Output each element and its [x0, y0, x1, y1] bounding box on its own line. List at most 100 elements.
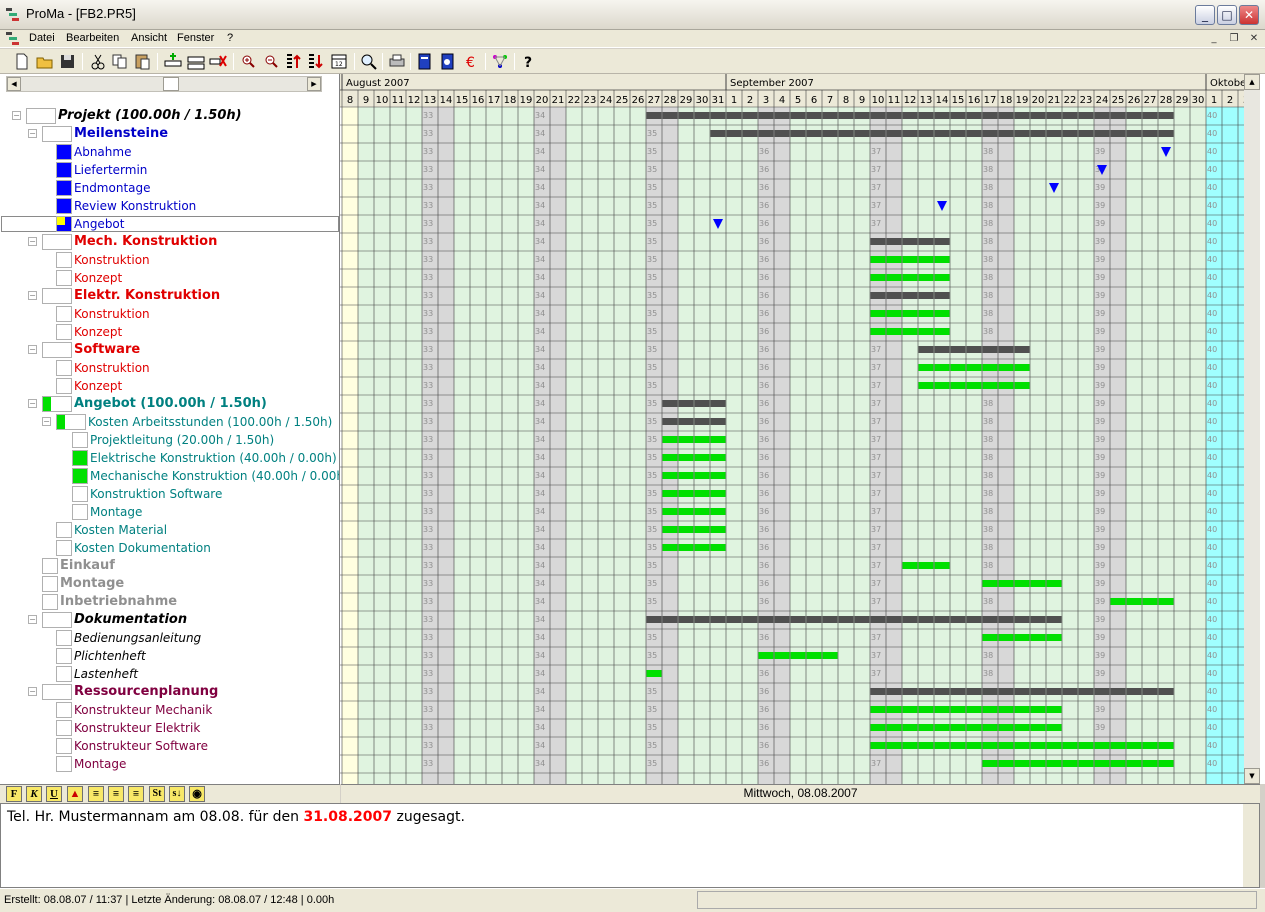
notes-editor[interactable]: Tel. Hr. Mustermannam am 08.08. für den … [0, 803, 1260, 888]
zoom-in-icon[interactable] [238, 52, 258, 71]
scroll-thumb[interactable] [163, 77, 179, 91]
tree-row[interactable]: Konstrukteur Software [0, 737, 339, 755]
task-status-box[interactable] [56, 738, 72, 754]
strikeout-button[interactable]: St [149, 786, 165, 802]
network-icon[interactable] [490, 52, 510, 71]
delete-row-icon[interactable] [208, 52, 228, 71]
task-status-box[interactable] [42, 684, 72, 700]
task-status-box[interactable] [56, 414, 86, 430]
move-row-icon[interactable] [186, 52, 206, 71]
task-status-box[interactable] [42, 558, 58, 574]
task-status-box[interactable] [56, 522, 72, 538]
tree-row[interactable]: − Elektr. Konstruktion [0, 287, 339, 305]
mdi-minimize-icon[interactable]: _ [1206, 32, 1222, 46]
collapse-icon[interactable]: − [28, 345, 37, 354]
scroll-right-icon[interactable]: ▶ [307, 77, 321, 91]
tree-row[interactable]: − Ressourcenplanung [0, 683, 339, 701]
collapse-icon[interactable]: − [28, 237, 37, 246]
tree-row[interactable]: Plichtenheft [0, 647, 339, 665]
task-status-box[interactable] [56, 666, 72, 682]
scroll-down-icon[interactable]: ▼ [1244, 768, 1260, 784]
gantt-chart[interactable]: August 2007September 2007Oktober89101112… [340, 74, 1265, 784]
task-status-box[interactable] [56, 306, 72, 322]
notes-text[interactable]: Tel. Hr. Mustermannam am 08.08. für den … [7, 809, 465, 825]
tree-row[interactable]: Einkauf [0, 557, 339, 575]
tree-row[interactable]: − Projekt (100.00h / 1.50h) [0, 107, 339, 125]
tree-row[interactable]: Bedienungsanleitung [0, 629, 339, 647]
tree-row[interactable]: Elektrische Konstruktion (40.00h / 0.00h… [0, 449, 339, 467]
task-status-box[interactable] [56, 216, 72, 232]
task-status-box[interactable] [56, 756, 72, 772]
zoom-out-icon[interactable] [261, 52, 281, 71]
task-status-box[interactable] [56, 144, 72, 160]
insert-row-icon[interactable] [163, 52, 183, 71]
task-status-box[interactable] [56, 720, 72, 736]
collapse-icon[interactable]: − [28, 615, 37, 624]
tree-row[interactable]: Montage [0, 755, 339, 773]
task-status-box[interactable] [72, 432, 88, 448]
report-icon[interactable] [438, 52, 458, 71]
font-color-icon[interactable]: ▲ [67, 786, 83, 802]
tree-row[interactable]: − Angebot (100.00h / 1.50h) [0, 395, 339, 413]
cut-icon[interactable] [88, 52, 108, 71]
align-center-icon[interactable]: ≡ [108, 786, 124, 802]
copy-icon[interactable] [110, 52, 130, 71]
collapse-icon[interactable]: − [28, 399, 37, 408]
italic-button[interactable]: K [26, 786, 42, 802]
tree-row[interactable]: Konzept [0, 269, 339, 287]
notes-scrollbar[interactable] [1243, 804, 1259, 887]
task-status-box[interactable] [56, 648, 72, 664]
scroll-left-icon[interactable]: ◀ [7, 77, 21, 91]
collapse-icon[interactable]: − [28, 687, 37, 696]
align-left-icon[interactable]: ≡ [88, 786, 104, 802]
task-status-box[interactable] [42, 576, 58, 592]
menu-help[interactable]: ? [227, 32, 233, 44]
tree-row[interactable]: Liefertermin [0, 161, 339, 179]
task-status-box[interactable] [56, 630, 72, 646]
bold-button[interactable]: F [6, 786, 22, 802]
tree-row[interactable]: Angebot [0, 215, 339, 233]
mdi-close-icon[interactable]: ✕ [1246, 32, 1262, 46]
task-status-box[interactable] [56, 378, 72, 394]
menu-ansicht[interactable]: Ansicht [131, 32, 167, 44]
gantt-grid[interactable]: August 2007September 2007Oktober89101112… [340, 74, 1245, 784]
gantt-vertical-scrollbar[interactable]: ▲ ▼ [1244, 74, 1260, 784]
menu-fenster[interactable]: Fenster [177, 32, 214, 44]
tree-row[interactable]: Konzept [0, 323, 339, 341]
euro-icon[interactable]: € [461, 52, 481, 71]
tree-row[interactable]: Konstrukteur Elektrik [0, 719, 339, 737]
print-icon[interactable] [387, 52, 407, 71]
task-status-box[interactable] [56, 252, 72, 268]
task-status-box[interactable] [56, 162, 72, 178]
help-icon[interactable]: ? [519, 52, 539, 71]
task-status-box[interactable] [42, 342, 72, 358]
save-icon[interactable] [58, 52, 78, 71]
tree-row[interactable]: Konzept [0, 377, 339, 395]
menu-bearbeiten[interactable]: Bearbeiten [66, 32, 119, 44]
minimize-button[interactable]: _ [1195, 5, 1215, 25]
underline-button[interactable]: U [46, 786, 62, 802]
task-status-box[interactable] [26, 108, 56, 124]
calendar-icon[interactable]: 12 [329, 52, 349, 71]
task-status-box[interactable] [42, 612, 72, 628]
tree-row[interactable]: Review Konstruktion [0, 197, 339, 215]
collapse-icon[interactable]: − [12, 111, 21, 120]
task-status-box[interactable] [72, 504, 88, 520]
export-icon[interactable] [415, 52, 435, 71]
search-icon[interactable] [359, 52, 379, 71]
tree-row[interactable]: Kosten Material [0, 521, 339, 539]
task-status-box[interactable] [56, 324, 72, 340]
collapse-icon[interactable]: − [28, 129, 37, 138]
maximize-button[interactable]: □ [1217, 5, 1237, 25]
mdi-restore-icon[interactable]: ❐ [1226, 32, 1242, 46]
tree-horizontal-scrollbar[interactable]: ◀ ▶ [6, 76, 322, 92]
tree-row[interactable]: Mechanische Konstruktion (40.00h / 0.00h… [0, 467, 339, 485]
tree-row[interactable]: Konstruktion [0, 251, 339, 269]
task-status-box[interactable] [42, 396, 72, 412]
subscript-button[interactable]: s↓ [169, 786, 185, 802]
tree-row[interactable]: − Meilensteine [0, 125, 339, 143]
task-status-box[interactable] [56, 540, 72, 556]
tree-row[interactable]: Abnahme [0, 143, 339, 161]
task-status-box[interactable] [56, 180, 72, 196]
sort-asc-icon[interactable] [283, 52, 303, 71]
